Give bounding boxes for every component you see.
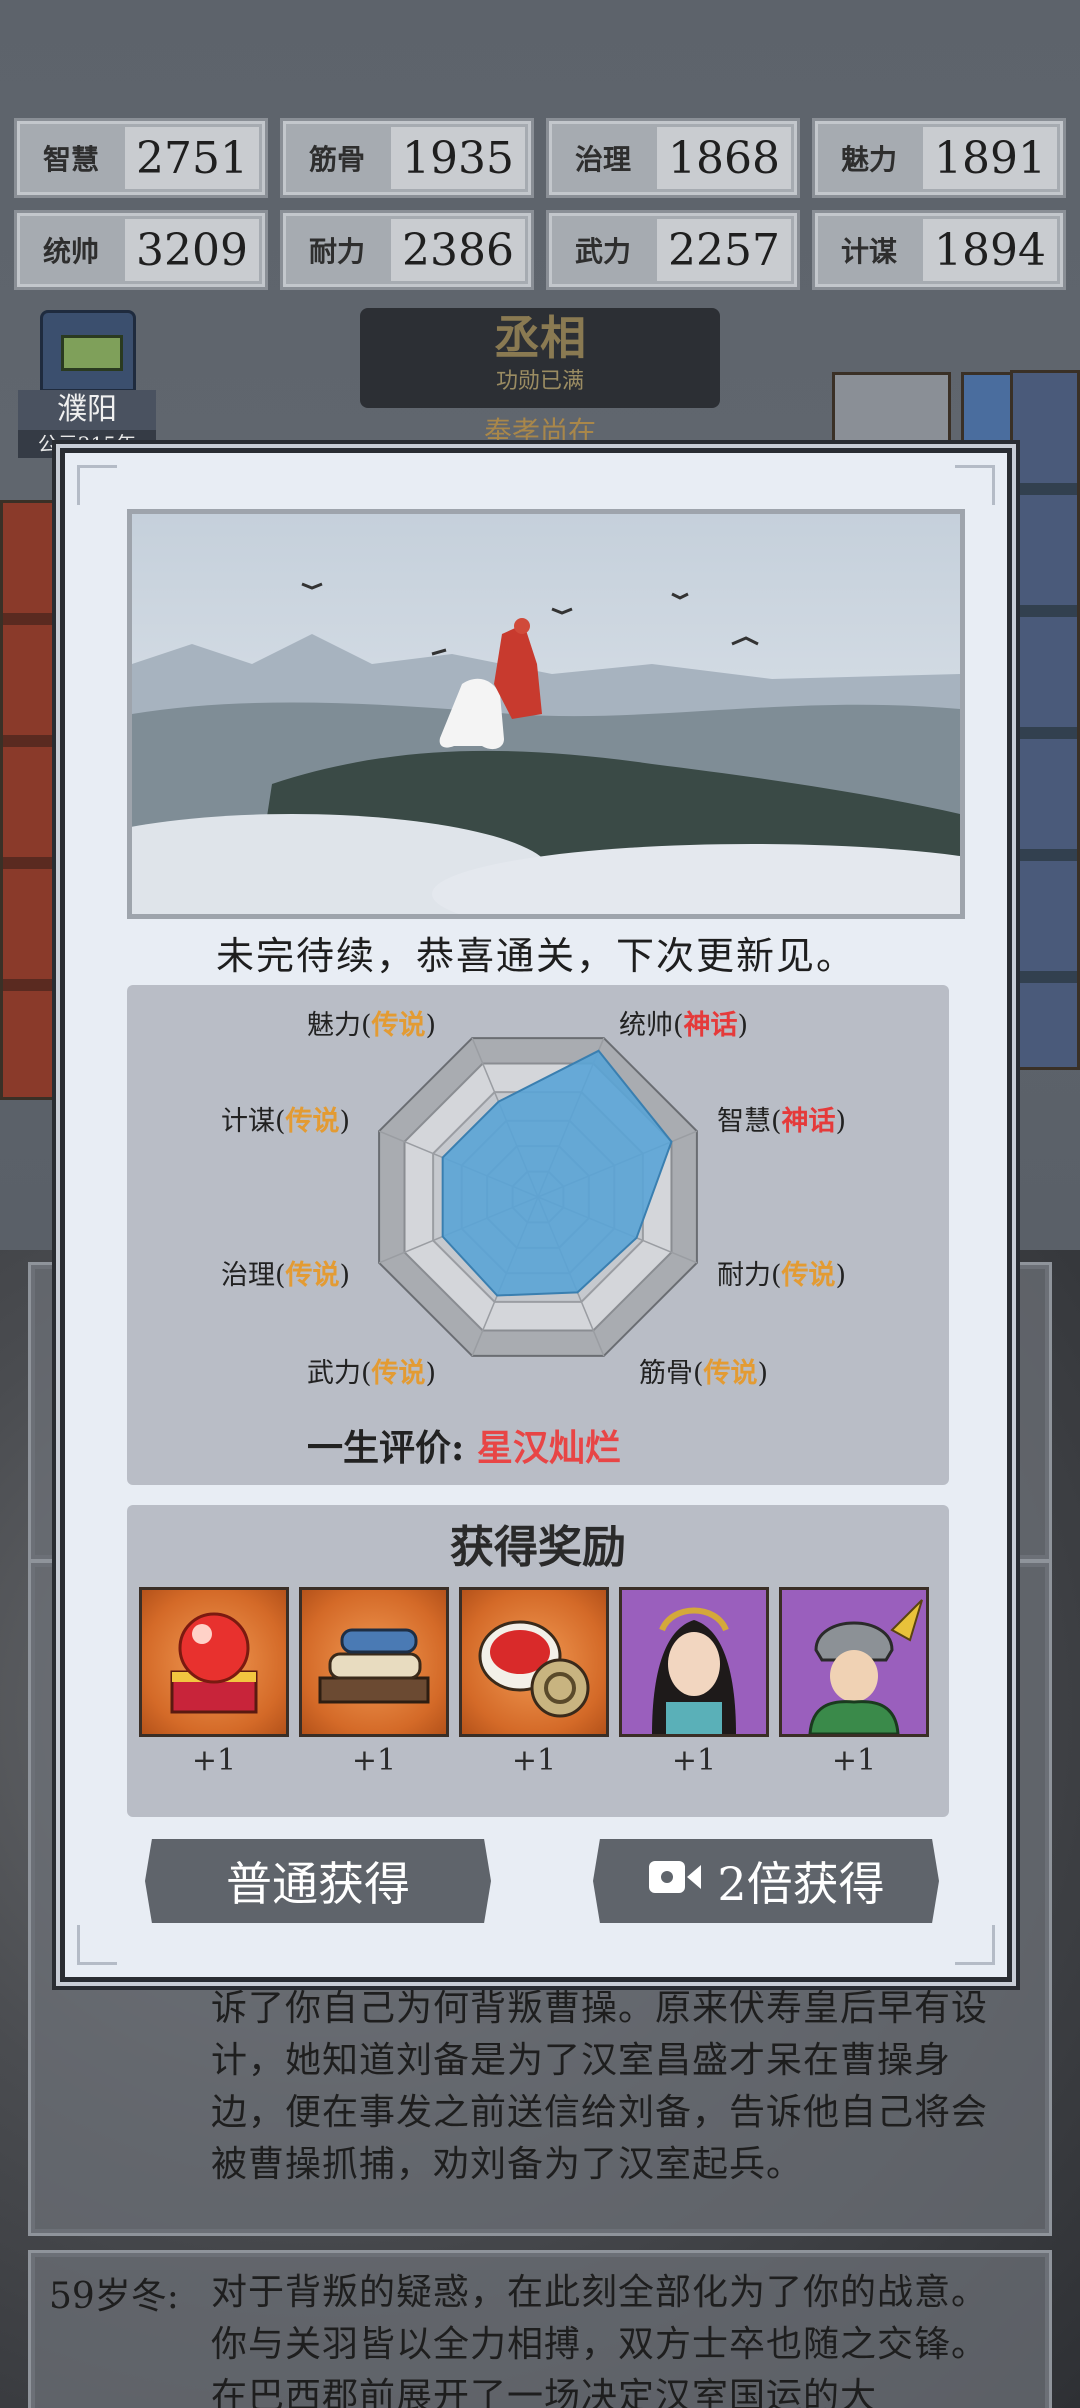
- crystal-ball-icon: [139, 1587, 289, 1737]
- right-portrait-column[interactable]: [1010, 370, 1080, 1070]
- radar-axis-grade: 传说: [285, 1106, 340, 1137]
- rank-title: 丞相: [494, 311, 586, 365]
- log-entry: 59岁冬: 对于背叛的疑惑，在此刻全部化为了你的战意。你与关羽皆以全力相搏，双方…: [28, 2250, 1052, 2408]
- ending-scene-image: [132, 514, 960, 914]
- normal-claim-button[interactable]: 普通获得: [145, 1839, 491, 1923]
- stat-value: 1894: [923, 219, 1057, 281]
- log-age: 59岁冬:: [49, 2276, 179, 2317]
- stat-label: 智慧: [42, 143, 99, 176]
- stat-card: 武力 2257: [546, 210, 800, 290]
- stat-value: 1891: [923, 127, 1057, 189]
- radar-axis-grade: 传说: [371, 1010, 426, 1041]
- reward-item[interactable]: +1: [779, 1587, 929, 1778]
- stat-label: 武力: [574, 235, 631, 268]
- stat-card: 魅力 1891: [812, 118, 1066, 198]
- stat-label: 筋骨: [308, 143, 365, 176]
- double-claim-label: 2倍获得: [717, 1857, 885, 1911]
- city-name: 濮阳: [18, 390, 156, 430]
- reward-item[interactable]: +1: [459, 1587, 609, 1778]
- radar-axis-grade: 神话: [683, 1010, 738, 1041]
- rank-subtitle: 功勋已满: [495, 369, 584, 394]
- stat-card: 计谋 1894: [812, 210, 1066, 290]
- dialog-corner-ornament: [77, 465, 117, 505]
- attribute-radar-chart: [378, 1037, 698, 1357]
- attribute-radar-panel: 统帅(神话) 智慧(神话) 耐力(传说) 筋骨(传说) 武力(传说) 治理(传说…: [127, 985, 949, 1485]
- reward-count: +1: [511, 1743, 557, 1778]
- ending-text: 未完待续，恭喜通关，下次更新见。: [215, 934, 856, 978]
- city-badge[interactable]: 濮阳 公元215年: [18, 310, 156, 458]
- radar-axis-label: 智慧(神话): [717, 1106, 847, 1137]
- reward-title: 获得奖励: [450, 1522, 626, 1573]
- evaluation-value: 星汉灿烂: [476, 1427, 621, 1469]
- reward-list: +1 +1 +1 +1 +1: [139, 1587, 929, 1778]
- reward-item[interactable]: +1: [619, 1587, 769, 1778]
- radar-axis-label: 耐力(传说): [717, 1260, 847, 1291]
- city-tower-icon: [40, 310, 136, 392]
- radar-axis-label: 筋骨(传说): [639, 1358, 769, 1389]
- stat-card: 治理 1868: [546, 118, 800, 198]
- dialog-corner-ornament: [955, 1925, 995, 1965]
- dialog-corner-ornament: [955, 465, 995, 505]
- stat-card: 统帅 3209: [14, 210, 268, 290]
- normal-claim-label: 普通获得: [226, 1857, 410, 1911]
- log-text: 对于背叛的疑惑，在此刻全部化为了你的战意。你与关羽皆以全力相搏，双方士卒也随之交…: [211, 2272, 989, 2408]
- ending-dialog: 未完待续，恭喜通关，下次更新见。 统帅(神话) 智慧(神话) 耐力(传说) 筋骨…: [60, 448, 1012, 1982]
- scrolls-icon: [299, 1587, 449, 1737]
- stat-label: 计谋: [840, 235, 897, 268]
- radar-axis-label: 计谋(传说): [221, 1106, 351, 1137]
- reward-item[interactable]: +1: [139, 1587, 289, 1778]
- stat-card: 筋骨 1935: [280, 118, 534, 198]
- seal-ink-icon: [459, 1587, 609, 1737]
- video-camera-icon: [647, 1854, 703, 1908]
- stats-grid: 智慧 2751 筋骨 1935 治理 1868 魅力 1891 统帅 3209 耐力 238…: [14, 118, 1066, 290]
- reward-count: +1: [191, 1743, 237, 1778]
- radar-axis-grade: 传说: [285, 1260, 340, 1291]
- radar-axis-grade: 神话: [781, 1106, 836, 1137]
- stat-value: 1935: [391, 127, 525, 189]
- stat-label: 魅力: [840, 143, 897, 176]
- radar-axis-label: 魅力(传说): [307, 1010, 437, 1041]
- stat-value: 2386: [391, 219, 525, 281]
- evaluation-label: 一生评价:: [307, 1427, 465, 1469]
- rank-note: 奉孝尚在: [483, 415, 596, 448]
- log-text: 诉了你自己为何背叛曹操。原来伏寿皇后早有设计，她知道刘备是为了汉室昌盛才呆在曹操…: [211, 1988, 989, 2185]
- radar-axis-label: 治理(传说): [221, 1260, 351, 1291]
- life-evaluation: 一生评价: 星汉灿烂: [307, 1419, 621, 1471]
- radar-axis-grade: 传说: [703, 1358, 758, 1389]
- dialog-corner-ornament: [77, 1925, 117, 1965]
- stat-value: 2257: [657, 219, 791, 281]
- stat-label: 耐力: [308, 235, 365, 268]
- ending-illustration: [127, 509, 965, 919]
- double-claim-button[interactable]: 2倍获得: [593, 1839, 939, 1923]
- radar-axis-label: 统帅(神话): [619, 1010, 749, 1041]
- warrior-portrait-icon: [779, 1587, 929, 1737]
- lady-portrait-icon: [619, 1587, 769, 1737]
- stat-value: 2751: [125, 127, 259, 189]
- reward-panel: 获得奖励 +1 +1 +1 +1 +1: [127, 1505, 949, 1817]
- stat-card: 智慧 2751: [14, 118, 268, 198]
- reward-count: +1: [831, 1743, 877, 1778]
- reward-count: +1: [671, 1743, 717, 1778]
- rank-banner: 丞相 功勋已满: [360, 308, 720, 408]
- stat-label: 治理: [574, 143, 631, 176]
- stat-value: 1868: [657, 127, 791, 189]
- radar-axis-grade: 传说: [371, 1358, 426, 1389]
- stat-label: 统帅: [42, 235, 99, 268]
- radar-axis-grade: 传说: [781, 1260, 836, 1291]
- stat-card: 耐力 2386: [280, 210, 534, 290]
- reward-item[interactable]: +1: [299, 1587, 449, 1778]
- reward-count: +1: [351, 1743, 397, 1778]
- radar-axis-label: 武力(传说): [307, 1358, 437, 1389]
- stat-value: 3209: [125, 219, 259, 281]
